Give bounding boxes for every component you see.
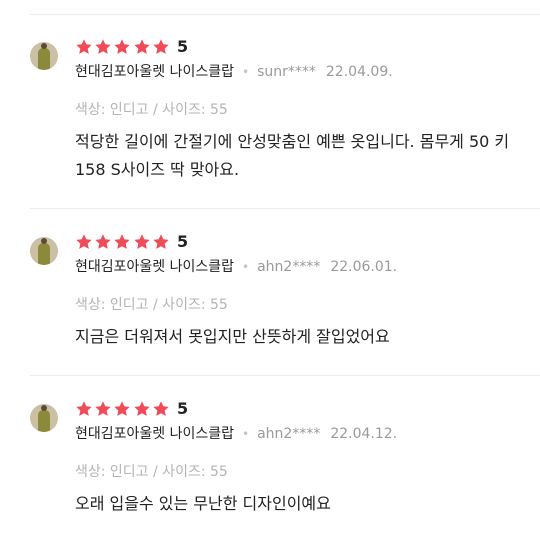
review-date: 22.06.01. (330, 259, 398, 275)
star-icon (152, 400, 170, 418)
review-meta: 현대김포아울렛 나이스클랍 • sunr**** 22.04.09. (75, 62, 393, 82)
review-divider (30, 375, 540, 376)
star-icon (113, 400, 131, 418)
purchase-option: 색상: 인디고 / 사이즈: 55 (75, 464, 228, 480)
reviewer-id: sunr**** (257, 64, 316, 80)
purchase-option: 색상: 인디고 / 사이즈: 55 (75, 297, 228, 313)
review-date: 22.04.12. (330, 426, 398, 442)
separator-dot: • (242, 260, 250, 274)
star-rating: 5 (75, 36, 188, 58)
purchase-option: 색상: 인디고 / 사이즈: 55 (75, 102, 228, 118)
store-name[interactable]: 현대김포아울렛 나이스클랍 (75, 259, 234, 275)
store-name[interactable]: 현대김포아울렛 나이스클랍 (75, 64, 234, 80)
rating-score: 5 (176, 232, 189, 251)
star-icon (113, 233, 131, 251)
review-text: 적당한 길이에 간절기에 안성맞춤인 예쁜 옷입니다. 몸무게 50 키 158… (75, 132, 510, 179)
review-text: 지금은 더워져서 못입지만 산뜻하게 잘입었어요 (75, 327, 390, 346)
star-icon (75, 400, 93, 418)
star-icon (152, 38, 170, 56)
star-icon (75, 233, 93, 251)
star-icon (94, 233, 112, 251)
reviewer-avatar (30, 237, 58, 265)
review-meta: 현대김포아울렛 나이스클랍 • ahn2**** 22.06.01. (75, 257, 397, 277)
star-icon (133, 38, 151, 56)
star-icon (94, 38, 112, 56)
store-name[interactable]: 현대김포아울렛 나이스클랍 (75, 426, 234, 442)
star-icon (94, 400, 112, 418)
review-divider (30, 208, 540, 209)
review-text: 오래 입을수 있는 무난한 디자인이예요 (75, 494, 331, 513)
reviewer-avatar (30, 404, 58, 432)
review-meta: 현대김포아울렛 나이스클랍 • ahn2**** 22.04.12. (75, 424, 397, 444)
rating-score: 5 (176, 399, 189, 418)
reviewer-avatar (30, 42, 58, 70)
list-top-divider (30, 14, 540, 15)
star-icon (113, 38, 131, 56)
star-icon (133, 233, 151, 251)
reviewer-id: ahn2**** (257, 426, 321, 442)
star-icon (152, 233, 170, 251)
review-date: 22.04.09. (325, 64, 393, 80)
star-icon (75, 38, 93, 56)
star-rating: 5 (75, 231, 188, 253)
reviewer-id: ahn2**** (257, 259, 321, 275)
separator-dot: • (242, 427, 250, 441)
star-icon (133, 400, 151, 418)
separator-dot: • (242, 65, 250, 79)
star-rating: 5 (75, 398, 188, 420)
rating-score: 5 (176, 37, 189, 56)
